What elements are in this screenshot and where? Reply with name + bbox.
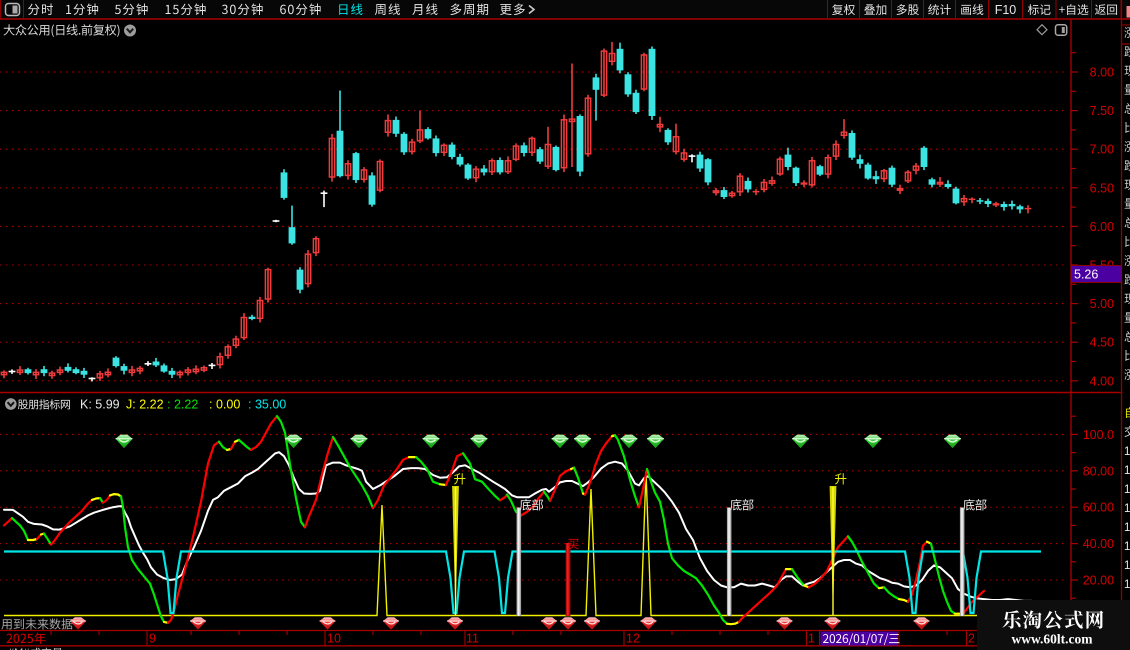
svg-text:1: 1 [1124,465,1130,477]
svg-text:60.00: 60.00 [1083,501,1114,515]
svg-text:10: 10 [327,632,341,646]
svg-text:: 35.00: : 35.00 [248,398,286,412]
svg-text:5.00: 5.00 [1090,297,1114,311]
svg-text:: 2.22: : 2.22 [167,398,198,412]
svg-text:20.00: 20.00 [1083,574,1114,588]
svg-text:K: 5.99: K: 5.99 [80,398,120,412]
svg-text:1: 1 [808,632,815,646]
svg-text:1: 1 [1124,484,1130,496]
svg-text:7.50: 7.50 [1090,104,1114,118]
svg-text:1: 1 [1124,579,1130,591]
svg-text:1: 1 [1124,503,1130,515]
svg-text:12: 12 [626,632,640,646]
svg-text:100.0: 100.0 [1083,428,1114,442]
svg-text:9: 9 [149,632,156,646]
svg-text:6.00: 6.00 [1090,220,1114,234]
svg-text:1: 1 [1124,446,1130,458]
svg-text:11: 11 [466,632,479,646]
svg-text:1: 1 [1124,522,1130,534]
svg-text:J: 2.22: J: 2.22 [126,398,164,412]
svg-text:www.60lt.com: www.60lt.com [1012,632,1094,647]
svg-text:1: 1 [1124,560,1130,572]
svg-text:5.26: 5.26 [1074,268,1098,282]
svg-text:80.00: 80.00 [1083,464,1114,478]
svg-text:2: 2 [968,632,975,646]
svg-text:40.00: 40.00 [1083,537,1114,551]
svg-text:8.00: 8.00 [1090,66,1114,80]
svg-text:7.00: 7.00 [1090,143,1114,157]
svg-text:: 0.00: : 0.00 [209,398,240,412]
svg-text:4.00: 4.00 [1090,374,1114,388]
svg-text:6.50: 6.50 [1090,181,1114,195]
svg-text:4.50: 4.50 [1090,336,1114,350]
svg-text:F10: F10 [995,3,1017,17]
svg-text:1: 1 [1124,541,1130,553]
